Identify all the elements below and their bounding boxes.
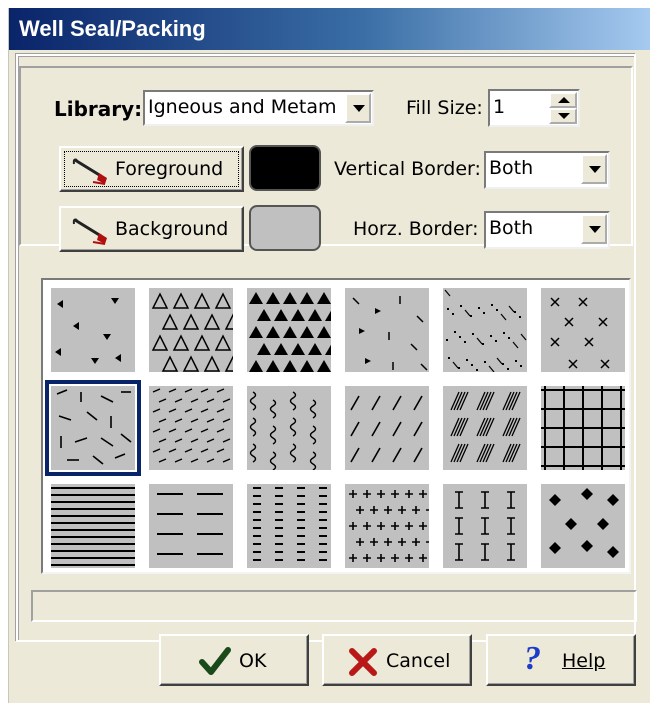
pattern-swatch (443, 288, 527, 372)
question-mark-icon: ? (524, 640, 541, 677)
background-color-swatch[interactable] (249, 205, 321, 251)
foreground-label: Foreground (115, 158, 224, 180)
fill-size-label: Fill Size: (406, 97, 483, 119)
pattern-swatch (443, 386, 527, 470)
pattern-tile-random-dashes[interactable] (45, 380, 141, 476)
pattern-swatch (247, 484, 331, 568)
pattern-swatch (541, 386, 625, 470)
foreground-button[interactable]: Foreground (59, 146, 244, 192)
library-label: Library: (54, 97, 143, 121)
pattern-swatch (443, 484, 527, 568)
library-dropdown-arrow-icon[interactable] (345, 93, 371, 123)
spin-down-icon[interactable] (549, 108, 577, 124)
fill-size-spinner[interactable]: 1 (488, 89, 580, 127)
pattern-tile-plus-marks[interactable] (339, 478, 435, 574)
paint-brush-icon (72, 218, 107, 245)
pattern-tile-hatched-lenses[interactable] (437, 380, 533, 476)
pattern-tile-dots-and-ticks[interactable] (437, 282, 533, 378)
background-button[interactable]: Background (59, 206, 244, 252)
pattern-swatch (149, 288, 233, 372)
pattern-swatch (51, 288, 135, 372)
pattern-swatch (541, 288, 625, 372)
pattern-swatch (345, 288, 429, 372)
pattern-tile-square-grid[interactable] (535, 380, 631, 476)
library-dropdown[interactable]: Igneous and Metam (143, 90, 374, 126)
pattern-tile-wavy-squiggles[interactable] (241, 380, 337, 476)
horz-border-label: Horz. Border: (353, 218, 479, 240)
pattern-tile-dense-dashes[interactable] (143, 380, 239, 476)
fill-size-value: 1 (493, 96, 506, 118)
status-bar (31, 590, 637, 622)
ok-label: OK (239, 650, 267, 672)
horz-border-dropdown[interactable]: Both (484, 211, 610, 249)
pattern-tile-short-horizontal-dashes[interactable] (143, 478, 239, 574)
foreground-color-swatch[interactable] (249, 145, 321, 191)
pattern-tile-solid-triangles[interactable] (241, 282, 337, 378)
pattern-swatch (541, 484, 625, 568)
pattern-tile-dense-short-dashes[interactable] (241, 478, 337, 574)
pattern-tile-x-marks[interactable] (535, 282, 631, 378)
vertical-border-value: Both (489, 157, 534, 179)
pattern-swatch (345, 386, 429, 470)
title-bar[interactable]: Well Seal/Packing (9, 8, 650, 50)
pattern-swatch (51, 484, 135, 568)
pattern-tile-horizontal-lines[interactable] (45, 478, 141, 574)
pattern-tile-diamonds[interactable] (535, 478, 631, 574)
background-label: Background (115, 218, 229, 240)
pattern-tile-i-marks[interactable] (437, 478, 533, 574)
library-value: Igneous and Metam (148, 96, 337, 118)
vertical-border-dropdown[interactable]: Both (484, 151, 610, 189)
window-title: Well Seal/Packing (19, 16, 206, 41)
pattern-swatch (149, 484, 233, 568)
help-button[interactable]: ? Help (486, 634, 636, 686)
checkmark-icon (199, 647, 231, 675)
help-label: Help (562, 650, 606, 672)
vertical-border-label: Vertical Border: (334, 158, 481, 180)
pattern-swatch (51, 386, 135, 470)
pattern-tile-sparse-triangles[interactable] (45, 282, 141, 378)
pattern-tile-open-triangles[interactable] (143, 282, 239, 378)
horz-border-arrow-icon[interactable] (581, 214, 607, 244)
red-x-icon (349, 648, 377, 676)
cancel-button[interactable]: Cancel (322, 634, 472, 686)
pattern-grid (41, 278, 631, 574)
vertical-border-arrow-icon[interactable] (581, 154, 607, 184)
spin-up-icon[interactable] (549, 92, 577, 108)
pattern-swatch (247, 288, 331, 372)
paint-brush-icon (72, 158, 107, 185)
ok-button[interactable]: OK (159, 634, 309, 686)
pattern-tile-diagonal-dashes[interactable] (339, 380, 435, 476)
pattern-swatch (247, 386, 331, 470)
pattern-swatch (345, 484, 429, 568)
horz-border-value: Both (489, 217, 534, 239)
pattern-tile-scattered-marks[interactable] (339, 282, 435, 378)
pattern-swatch (149, 386, 233, 470)
cancel-label: Cancel (386, 650, 451, 672)
